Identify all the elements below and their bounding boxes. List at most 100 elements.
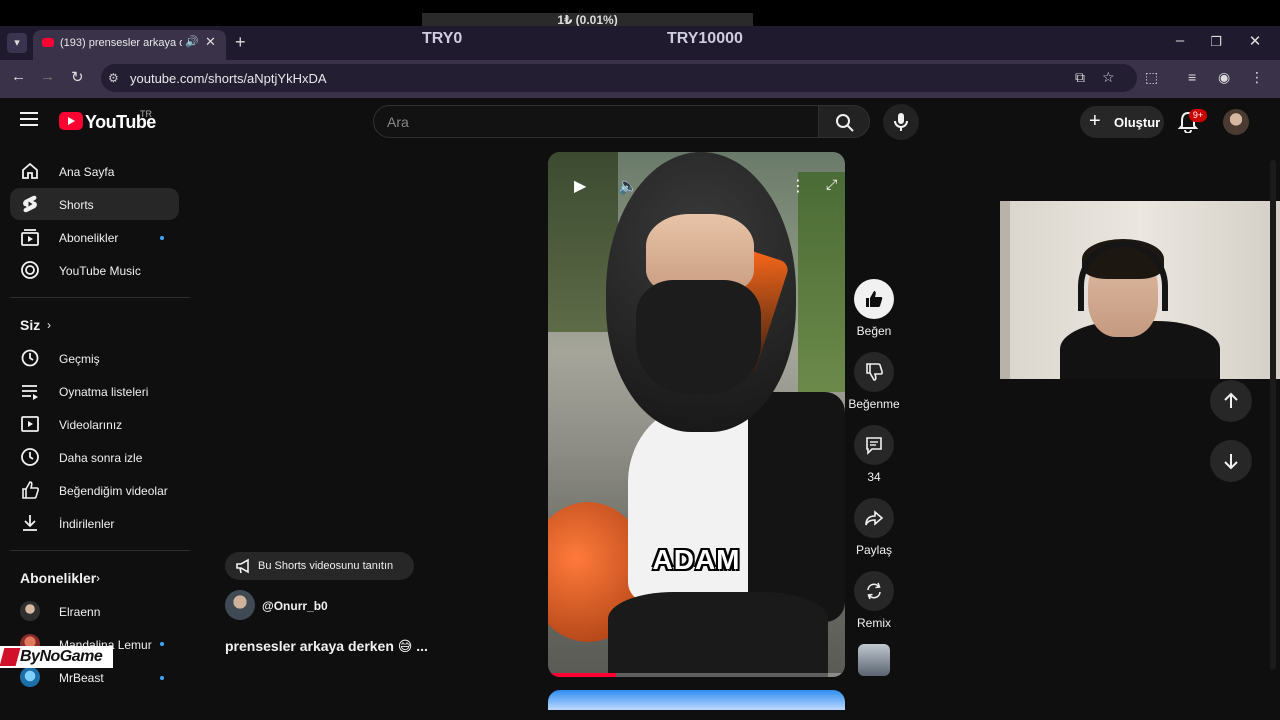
- star-icon[interactable]: ☆: [1102, 69, 1115, 86]
- youtube-logo-icon[interactable]: [59, 112, 83, 130]
- video-progress-bar[interactable]: [548, 673, 845, 677]
- tab-list-icon[interactable]: ▾: [7, 33, 27, 53]
- next-short-button[interactable]: [1210, 440, 1252, 482]
- sidebar-divider: [10, 297, 190, 298]
- channel-name[interactable]: @Onurr_b0: [262, 599, 328, 613]
- play-icon[interactable]: ▶: [574, 176, 586, 196]
- share-label: Paylaş: [855, 543, 893, 557]
- extensions-icon[interactable]: ⬚: [1145, 69, 1158, 86]
- short-video-player[interactable]: ADAM ▶ 🔈 ⋮ ⤢: [548, 152, 845, 677]
- channel-avatar[interactable]: [225, 590, 255, 620]
- audio-icon[interactable]: 🔊: [185, 35, 199, 48]
- fullscreen-icon[interactable]: ⤢: [826, 176, 837, 193]
- voice-search-button[interactable]: [883, 104, 919, 140]
- chevron-right-icon[interactable]: ›: [96, 571, 100, 585]
- share-icon: [865, 510, 884, 526]
- youtube-favicon-icon: [42, 38, 54, 47]
- webcam-background: [1000, 201, 1010, 379]
- arrow-down-icon: [1224, 454, 1238, 470]
- remix-icon: [867, 582, 881, 600]
- thumbs-down-icon: [866, 363, 883, 381]
- video-caption: ADAM: [652, 544, 741, 575]
- donation-goal-min: TRY0: [422, 30, 463, 47]
- chevron-right-icon[interactable]: ›: [47, 318, 51, 332]
- playlists-icon: [22, 385, 38, 400]
- reload-icon[interactable]: ↻: [71, 68, 84, 86]
- forward-icon[interactable]: →: [40, 68, 55, 85]
- history-icon: [21, 349, 39, 367]
- sidebar-item-label: YouTube Music: [59, 264, 141, 278]
- next-short-preview[interactable]: [548, 690, 845, 710]
- video-progress-fill: [548, 673, 617, 677]
- sidebar-item-label: Videolarınız: [59, 418, 123, 432]
- like-button[interactable]: [854, 279, 894, 319]
- sidebar-item-label: MrBeast: [59, 671, 104, 685]
- your-videos-icon: [21, 416, 39, 432]
- account-avatar[interactable]: [1223, 109, 1249, 135]
- video-frame-scenery: [798, 172, 845, 392]
- channel-avatar: [20, 667, 40, 687]
- megaphone-icon: [236, 558, 249, 574]
- search-input[interactable]: [387, 114, 787, 130]
- video-frame-chinguard: [636, 280, 761, 395]
- sidebar-section-subscriptions[interactable]: Abonelikler: [20, 570, 96, 586]
- donation-progress-text: 1₺ (0.01%): [557, 13, 618, 27]
- sidebar-item-label: Shorts: [59, 198, 94, 212]
- subscriptions-icon: [21, 229, 39, 246]
- arrow-up-icon: [1224, 392, 1238, 408]
- menu-icon[interactable]: ⋮: [1250, 69, 1264, 86]
- minimize-icon[interactable]: –: [1170, 32, 1190, 49]
- sidebar-item-label: Beğendiğim videolar: [59, 484, 168, 498]
- sidebar-section-you[interactable]: Siz: [20, 317, 40, 333]
- microphone-icon: [894, 113, 908, 131]
- search-button[interactable]: [818, 105, 870, 138]
- new-content-dot: [160, 676, 164, 680]
- remix-button[interactable]: [854, 571, 894, 611]
- remix-label: Remix: [856, 616, 891, 630]
- tab-title: (193) prensesler arkaya derkel: [60, 37, 182, 49]
- sidebar-divider: [10, 550, 190, 551]
- liked-icon: [22, 481, 39, 499]
- close-icon[interactable]: ✕: [205, 34, 216, 50]
- sound-thumbnail[interactable]: [858, 644, 890, 676]
- sidebar-item-label: İndirilenler: [59, 517, 115, 531]
- shorts-icon: [23, 195, 37, 213]
- media-icon[interactable]: ≡: [1188, 69, 1196, 85]
- site-info-icon[interactable]: ⚙: [108, 71, 119, 85]
- downloads-icon: [23, 515, 37, 531]
- profile-icon[interactable]: ◉: [1218, 69, 1230, 86]
- comments-button[interactable]: [854, 425, 894, 465]
- promote-short-label: Bu Shorts videosunu tanıtın: [258, 560, 394, 572]
- sidebar-item-label: Daha sonra izle: [59, 451, 143, 465]
- new-content-dot: [160, 236, 164, 240]
- sidebar-item-label: Elraenn: [59, 605, 101, 619]
- new-tab-icon[interactable]: +: [235, 32, 246, 53]
- like-label: Beğen: [856, 324, 892, 338]
- streamer-webcam-overlay: [1000, 201, 1280, 379]
- comment-count: 34: [867, 470, 881, 484]
- install-icon[interactable]: ⧉: [1075, 69, 1085, 86]
- sidebar-item-label: Geçmiş: [59, 352, 100, 366]
- volume-icon[interactable]: 🔈: [618, 176, 638, 196]
- video-frame-backpack: [748, 392, 845, 622]
- home-icon: [22, 162, 38, 179]
- previous-short-button[interactable]: [1210, 380, 1252, 422]
- create-label: Oluştur: [1114, 115, 1161, 130]
- search-icon: [836, 114, 854, 132]
- new-content-dot: [160, 642, 164, 646]
- sidebar-item-label: Abonelikler: [59, 231, 119, 245]
- maximize-icon[interactable]: ❐: [1206, 34, 1226, 50]
- video-frame-seat: [608, 592, 828, 677]
- dislike-button[interactable]: [854, 352, 894, 392]
- hamburger-menu-icon[interactable]: [20, 112, 38, 126]
- plus-icon: +: [1089, 110, 1101, 132]
- share-button[interactable]: [854, 498, 894, 538]
- thumbs-up-icon: [866, 291, 883, 307]
- url-text[interactable]: youtube.com/shorts/aNptjYkHxDA: [130, 71, 327, 86]
- page-scrollbar[interactable]: [1270, 160, 1276, 670]
- more-options-icon[interactable]: ⋮: [790, 176, 806, 196]
- short-title[interactable]: prensesler arkaya derken 😅 ...: [225, 638, 428, 655]
- window-close-icon[interactable]: ✕: [1245, 32, 1265, 50]
- sponsor-logo-text: ByNoGame: [20, 648, 103, 665]
- back-icon[interactable]: ←: [11, 68, 26, 85]
